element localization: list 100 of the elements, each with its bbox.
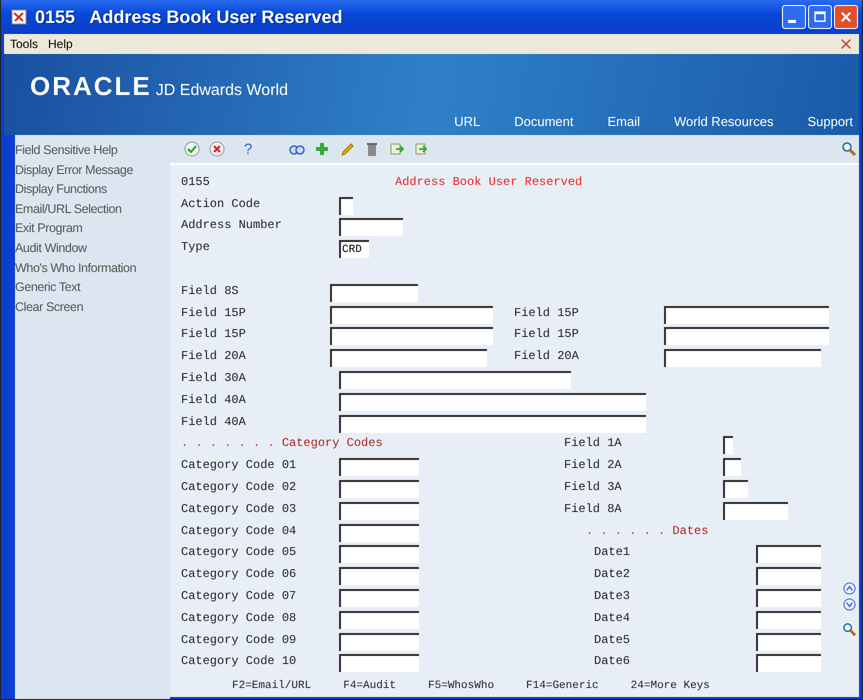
nav-link[interactable]: Email [607, 114, 640, 129]
input-field[interactable] [339, 567, 419, 586]
field-label: Date2 [594, 567, 632, 582]
sidebar-item[interactable]: Display Error Message [15, 160, 170, 180]
input-field[interactable] [756, 654, 821, 672]
function-key[interactable]: F2=Email/URL [232, 680, 312, 692]
field-label: Field 15P [514, 327, 580, 342]
input-field[interactable] [756, 610, 821, 629]
scroll-up-icon[interactable] [843, 582, 856, 595]
input-field[interactable] [723, 502, 788, 520]
input-field[interactable] [756, 632, 821, 651]
input-field[interactable] [330, 284, 418, 302]
field-label: Field 20A [514, 349, 580, 364]
field-label: Field 15P [181, 327, 247, 342]
input-field[interactable] [339, 196, 353, 215]
sidebar-item[interactable]: Audit Window [15, 238, 170, 259]
field-label: Type [181, 240, 211, 254]
input-field[interactable] [330, 349, 487, 368]
sidebar-item[interactable]: Who's Who Information [15, 258, 170, 278]
field-label: Category Code 01 [181, 458, 298, 472]
field-label: Field 8A [564, 502, 623, 516]
input-field[interactable] [339, 524, 419, 542]
sidebar-item[interactable]: Generic Text [15, 278, 170, 298]
field-label: Field 3A [564, 480, 623, 494]
input-field[interactable] [339, 458, 419, 476]
minimize-icon [788, 20, 796, 22]
nav-link[interactable]: Support [807, 114, 853, 129]
sidebar-item[interactable]: Clear Screen [15, 298, 170, 318]
nav-link[interactable]: World Resources [674, 114, 774, 129]
menu-item[interactable]: Help [48, 37, 73, 51]
nav-link[interactable]: URL [454, 114, 480, 129]
input-field[interactable] [339, 502, 419, 520]
input-field[interactable] [339, 392, 646, 411]
field-label: Date5 [594, 632, 632, 647]
product-name: JD Edwards World [156, 82, 288, 100]
input-field[interactable] [339, 545, 419, 564]
menu-item[interactable]: Tools [10, 37, 38, 51]
function-key[interactable]: F14=Generic [526, 680, 599, 692]
input-field[interactable] [664, 327, 829, 346]
field-label: Category Code 08 [181, 610, 298, 625]
input-field[interactable] [664, 349, 821, 368]
function-key[interactable]: F4=Audit [343, 680, 396, 692]
sidebar-item[interactable]: Email/URL Selection [15, 200, 170, 220]
input-field[interactable] [723, 458, 741, 476]
input-field[interactable] [339, 654, 419, 672]
field-label: Field 40A [181, 392, 247, 407]
pencil-icon[interactable] [339, 141, 356, 157]
sidebar-item[interactable]: Field Sensitive Help [15, 141, 170, 161]
section-heading: . . . . . . Dates [586, 524, 710, 538]
close-button[interactable] [834, 5, 858, 29]
sidebar-item[interactable]: Display Functions [15, 180, 170, 200]
help-button[interactable]: ? [244, 140, 252, 158]
input-field[interactable] [339, 370, 571, 389]
input-field[interactable] [339, 610, 419, 629]
input-field[interactable] [339, 218, 403, 236]
input-field[interactable] [756, 588, 821, 607]
input-field[interactable] [756, 545, 821, 564]
maximize-icon [813, 10, 827, 24]
input-field[interactable] [723, 436, 733, 454]
field-label: Field 15P [181, 306, 247, 320]
field-label: Date6 [594, 654, 632, 668]
nav-link[interactable]: Document [514, 114, 574, 129]
check-icon[interactable] [184, 141, 200, 157]
search-icon[interactable] [842, 622, 857, 637]
function-key[interactable]: 24=More Keys [630, 680, 710, 692]
window-title: 0155 Address Book User Reserved [35, 6, 344, 28]
function-key[interactable]: F5=WhosWho [428, 680, 494, 692]
field-label: Category Code 07 [181, 589, 298, 604]
field-label: Date4 [594, 610, 632, 625]
cancel-icon[interactable] [209, 141, 225, 157]
logo-text: ORACLE [30, 71, 152, 102]
input-field[interactable] [756, 567, 821, 586]
search-icon[interactable] [841, 141, 857, 157]
scroll-down-icon[interactable] [843, 598, 856, 611]
input-field[interactable] [330, 306, 493, 324]
app-icon [11, 9, 27, 25]
input-field[interactable] [723, 480, 748, 498]
close-icon [839, 10, 853, 24]
input-field[interactable] [339, 632, 419, 651]
maximize-button[interactable] [808, 5, 832, 29]
field-label: Field 15P [514, 306, 580, 320]
minimize-button[interactable] [782, 5, 806, 29]
field-label: Action Code [181, 196, 262, 211]
input-field[interactable] [339, 414, 646, 433]
field-label: Category Code 03 [181, 502, 298, 516]
field-label: Category Code 06 [181, 567, 298, 582]
input-field[interactable] [339, 588, 419, 607]
app-icon [839, 37, 853, 51]
field-label: Field 40A [181, 414, 247, 429]
input-field[interactable] [664, 306, 829, 324]
field-label: Field 30A [181, 371, 247, 386]
input-field[interactable]: CRD [339, 240, 369, 258]
field-label: Date3 [594, 589, 632, 604]
sidebar-item[interactable]: Exit Program [15, 219, 170, 239]
input-field[interactable] [339, 480, 419, 498]
field-label: Category Code 05 [181, 545, 298, 560]
export-icon[interactable] [389, 141, 406, 157]
section-heading: . . . . . . . Category Codes [181, 436, 384, 450]
input-field[interactable] [330, 327, 493, 346]
program-number: 0155 [181, 174, 211, 189]
